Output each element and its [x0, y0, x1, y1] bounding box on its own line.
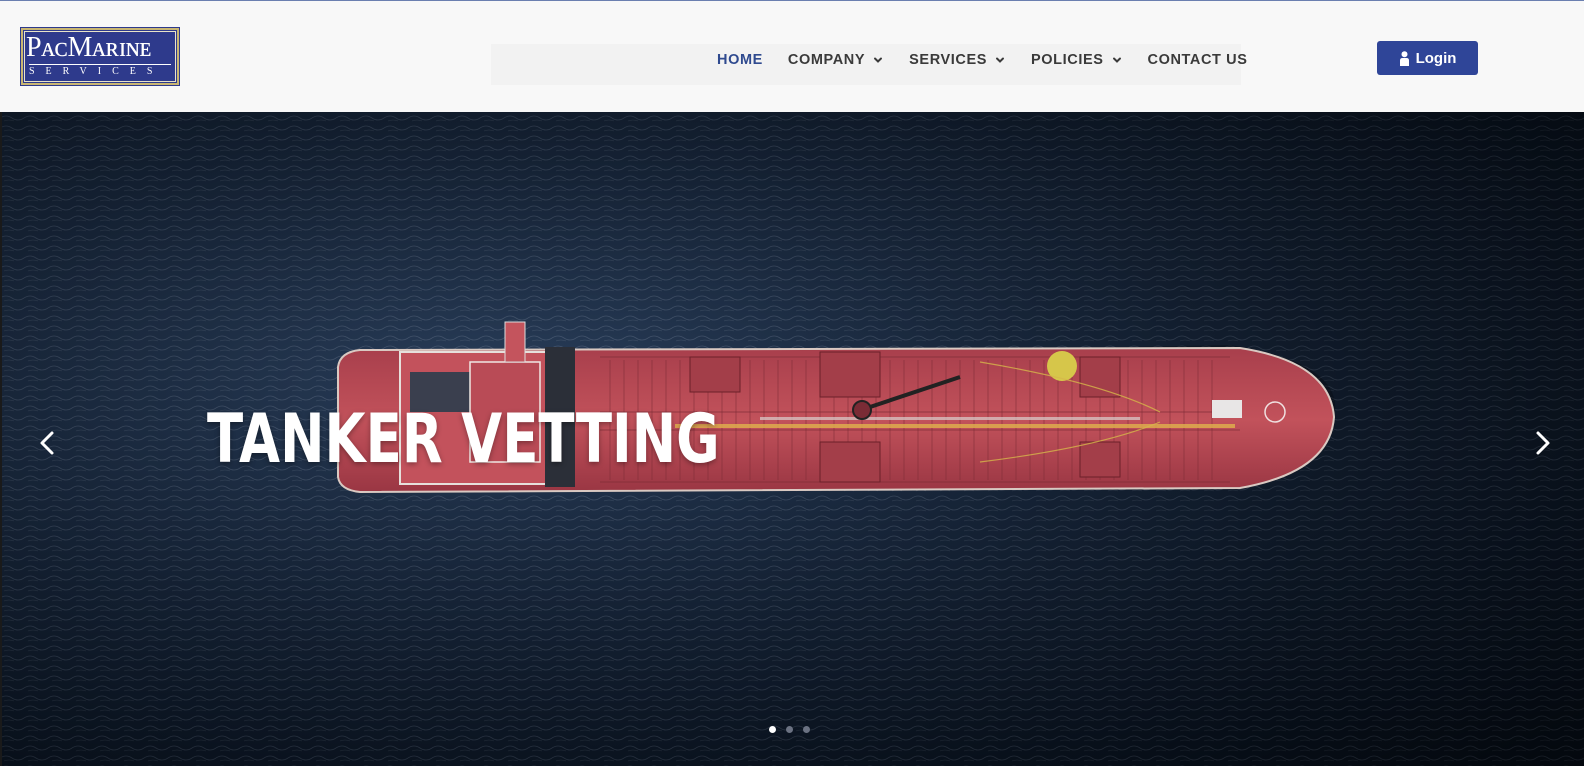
nav-item-label: HOME [717, 52, 763, 68]
chevron-down-icon [996, 57, 1005, 63]
logo-subtitle: SERVICES [29, 66, 164, 77]
nav-item-services[interactable]: SERVICES [909, 52, 1006, 68]
site-header: PᴀᴄMᴀʀɪɴᴇ SERVICES HOME COMPANY SERVICES PO… [0, 1, 1584, 112]
left-edge [0, 112, 2, 766]
chevron-down-icon [874, 57, 883, 63]
user-icon [1399, 50, 1409, 66]
nav-item-home[interactable]: HOME [717, 52, 763, 68]
logo-rule [29, 64, 171, 65]
hero-slider: TANKER VETTING [0, 112, 1584, 766]
nav-item-contact-us[interactable]: CONTACT US [1148, 52, 1248, 68]
login-button[interactable]: Login [1377, 41, 1478, 75]
slider-pagination [769, 726, 820, 733]
chevron-down-icon [1112, 57, 1121, 63]
page: PᴀᴄMᴀʀɪɴᴇ SERVICES HOME COMPANY SERVICES PO… [0, 0, 1584, 766]
login-label: Login [1415, 49, 1457, 67]
nav-item-policies[interactable]: POLICIES [1031, 52, 1122, 68]
logo-wordmark: PᴀᴄMᴀʀɪɴᴇ [26, 32, 152, 63]
slider-dot[interactable] [786, 726, 793, 733]
chevron-right-icon[interactable] [1530, 426, 1554, 460]
nav-item-label: COMPANY [787, 52, 866, 68]
nav-item-label: SERVICES [909, 52, 988, 68]
nav-item-label: CONTACT US [1147, 52, 1248, 68]
nav-item-company[interactable]: COMPANY [788, 52, 884, 68]
nav-item-label: POLICIES [1031, 52, 1104, 68]
slider-dot[interactable] [769, 726, 776, 733]
main-nav: HOME COMPANY SERVICES POLICIES CONTACT US [717, 49, 1248, 71]
hero-title: TANKER VETTING [207, 400, 720, 479]
slider-dot[interactable] [803, 726, 810, 733]
chevron-left-icon[interactable] [36, 426, 60, 460]
pacmarine-logo[interactable]: PᴀᴄMᴀʀɪɴᴇ SERVICES [20, 27, 180, 86]
